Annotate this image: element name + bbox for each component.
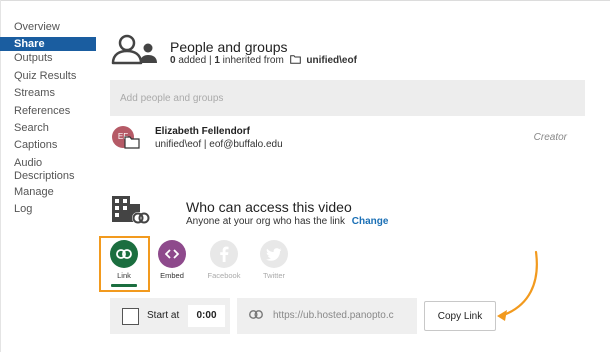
start-time-input[interactable]: 0:00 [188,305,225,327]
link-icon [110,240,138,268]
access-description-line: Anyone at your org who has the link Chan… [186,216,388,227]
folder-icon [124,136,140,149]
start-at-checkbox[interactable] [122,308,139,325]
summary-separator: | [208,55,212,66]
people-summary: 0 added | 1 inherited from unified\eof [170,55,357,66]
sidebar-item-audio-descriptions[interactable]: Audio Descriptions [0,156,96,185]
user-row: EF Elizabeth Fellendorf unified\eof | eo… [110,124,585,160]
share-option-twitter[interactable]: Twitter [252,236,296,280]
link-icon [249,310,263,319]
copy-link-button[interactable]: Copy Link [424,301,496,331]
sidebar-item-outputs[interactable]: Outputs [0,51,96,68]
inherited-count: 1 [214,55,220,66]
folder-icon [289,55,301,64]
inherited-label: inherited from [222,55,284,66]
added-count: 0 [170,55,176,66]
share-panel: People and groups 0 added | 1 inherited … [99,0,590,352]
sidebar-item-overview[interactable]: Overview [0,20,96,37]
user-role: Creator [533,132,567,143]
share-url-field[interactable]: https://ub.hosted.panopto.c [237,298,417,334]
access-description: Anyone at your org who has the link [186,216,345,227]
inherited-folder-name: unified\eof [306,55,357,66]
sidebar-item-quiz-results[interactable]: Quiz Results [0,69,96,86]
share-option-label: Facebook [207,271,241,280]
added-label: added [178,55,207,66]
sidebar-nav: Overview Share Outputs Quiz Results Stre… [0,20,96,220]
user-name: Elizabeth Fellendorf [155,126,251,137]
share-option-link[interactable]: Link [102,236,146,287]
share-option-label: Link [117,271,131,280]
access-title: Who can access this video [186,199,352,215]
share-option-label: Embed [160,271,184,280]
share-option-label: Twitter [262,271,286,280]
share-option-embed[interactable]: Embed [150,236,194,280]
people-icon [111,34,157,65]
sidebar-item-references[interactable]: References [0,104,96,121]
sidebar-item-captions[interactable]: Captions [0,138,96,155]
add-people-input[interactable] [110,80,585,116]
change-access-link[interactable]: Change [352,216,389,227]
sidebar-item-streams[interactable]: Streams [0,86,96,103]
user-meta: unified\eof | eof@buffalo.edu [155,139,283,150]
share-url-text: https://ub.hosted.panopto.c [273,310,394,321]
start-at-control: Start at 0:00 [110,298,230,334]
start-at-label: Start at [147,310,180,321]
sidebar-item-share[interactable]: Share [0,37,96,52]
selected-indicator [111,284,137,287]
sidebar-item-manage[interactable]: Manage [0,185,96,202]
twitter-icon [260,240,288,268]
share-option-facebook[interactable]: Facebook [202,236,246,280]
building-link-icon [112,196,150,224]
people-title: People and groups [170,39,288,55]
sidebar-item-log[interactable]: Log [0,202,96,219]
sidebar-item-search[interactable]: Search [0,121,96,138]
code-icon [158,240,186,268]
facebook-icon [210,240,238,268]
